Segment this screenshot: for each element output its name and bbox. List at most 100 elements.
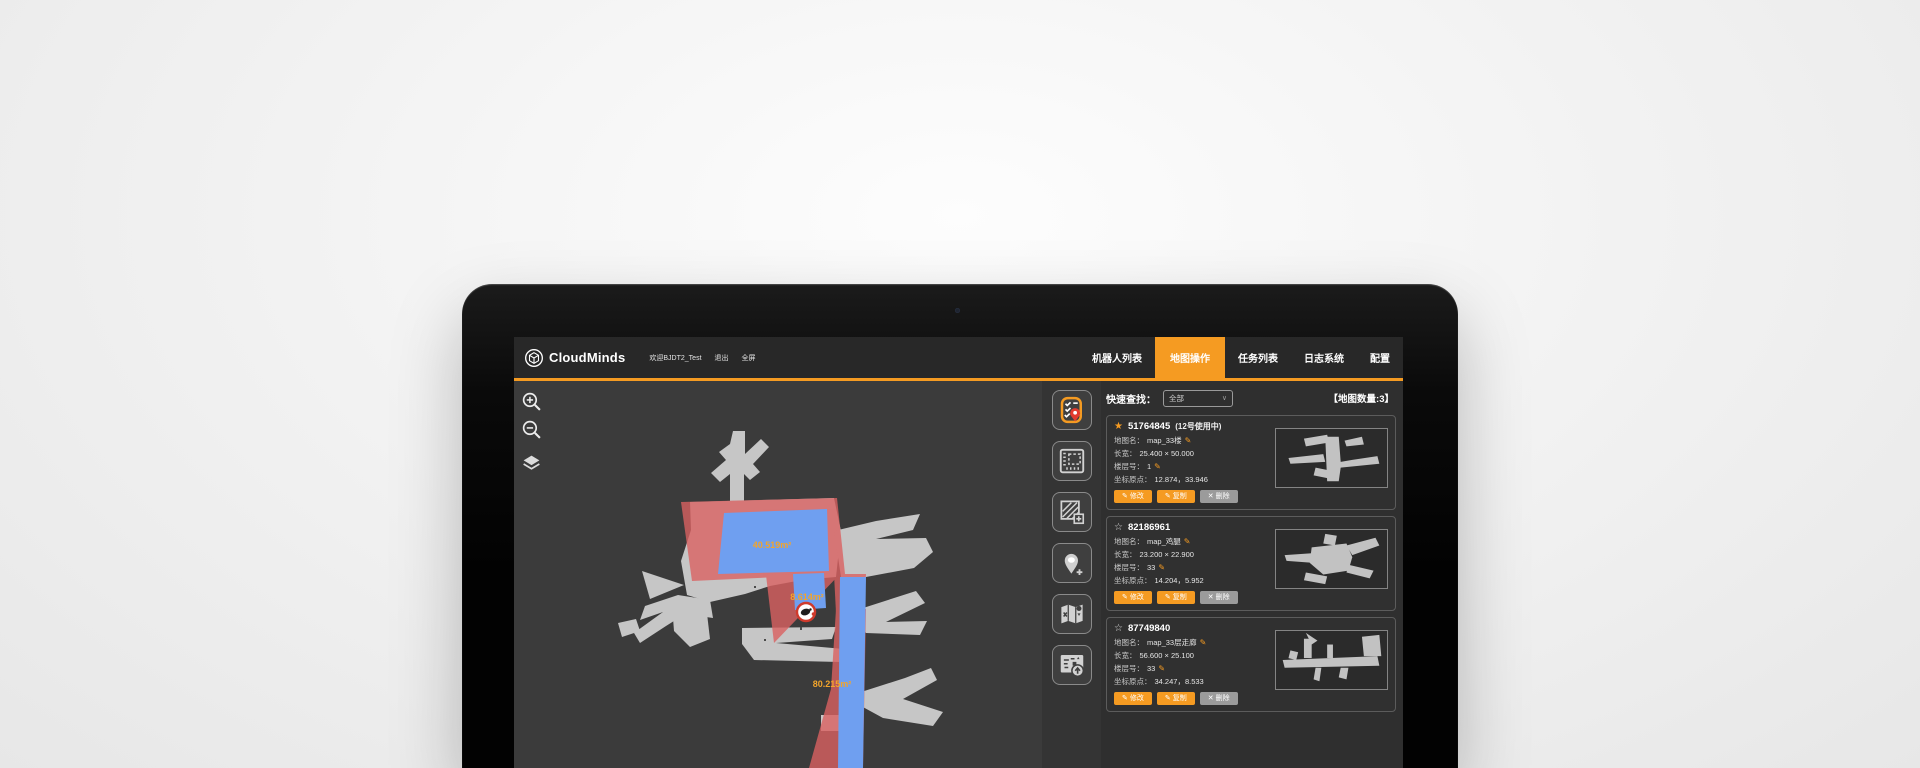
page-background: CloudMinds 欢迎BJDT2_Test 退出 全屏 机器人列表 地图操作… bbox=[0, 0, 1920, 768]
delete-button[interactable]: ✕删除 bbox=[1200, 591, 1238, 604]
frame-measure-button[interactable] bbox=[1052, 441, 1092, 481]
field-label: 坐标原点： bbox=[1114, 677, 1152, 686]
copy-icon: ✎ bbox=[1165, 594, 1171, 601]
laptop-camera-icon bbox=[955, 308, 960, 313]
map-card: ☆ 82186961 地图名：map_鸡腿✎ 长宽：23.200 × 22.90… bbox=[1106, 516, 1396, 611]
delete-icon: ✕ bbox=[1208, 594, 1214, 601]
field-label: 楼层号： bbox=[1114, 664, 1144, 673]
edit-icon: ✎ bbox=[1122, 594, 1128, 601]
map-count-badge: 【地图数量:3】 bbox=[1329, 391, 1394, 405]
field-label: 楼层号： bbox=[1114, 563, 1144, 572]
chevron-down-icon: ∨ bbox=[1222, 394, 1227, 402]
field-value: 14.204，5.952 bbox=[1155, 576, 1204, 585]
map-toolbar bbox=[1042, 381, 1101, 768]
poi-list-icon bbox=[1057, 395, 1087, 425]
filter-row: 快速查找： 全部 ∨ 【地图数量:3】 bbox=[1106, 388, 1396, 408]
field-value: 25.400 × 50.000 bbox=[1140, 449, 1194, 458]
field-label: 地图名： bbox=[1114, 537, 1144, 546]
add-region-button[interactable] bbox=[1052, 492, 1092, 532]
copy-icon: ✎ bbox=[1165, 493, 1171, 500]
favorite-star-icon[interactable]: ★ bbox=[1114, 422, 1123, 432]
edit-icon: ✎ bbox=[1122, 493, 1128, 500]
modify-button[interactable]: ✎修改 bbox=[1114, 490, 1152, 503]
modify-button[interactable]: ✎修改 bbox=[1114, 591, 1152, 604]
main-content: 40.519m² 8.614m² 80.215m² bbox=[514, 381, 1403, 768]
field-value: map_33楼 bbox=[1147, 436, 1182, 445]
field-value: 23.200 × 22.900 bbox=[1140, 550, 1194, 559]
field-label: 地图名： bbox=[1114, 638, 1144, 647]
favorite-star-icon[interactable]: ☆ bbox=[1114, 624, 1123, 634]
edit-icon[interactable]: ✎ bbox=[1200, 638, 1207, 647]
zoom-in-icon bbox=[521, 391, 542, 412]
copy-icon: ✎ bbox=[1165, 695, 1171, 702]
field-value: map_鸡腿 bbox=[1147, 537, 1181, 546]
field-label: 长宽： bbox=[1114, 550, 1137, 559]
map-thumbnail-image bbox=[1276, 429, 1387, 487]
edit-icon: ✎ bbox=[1122, 695, 1128, 702]
add-region-icon bbox=[1057, 497, 1087, 527]
copy-button[interactable]: ✎复制 bbox=[1157, 692, 1195, 705]
zone-label: 40.519m² bbox=[753, 540, 792, 550]
map-card: ★ 51764845 (12号使用中) 地图名：map_33楼✎ 长宽：25.4… bbox=[1106, 415, 1396, 510]
tab-config[interactable]: 配置 bbox=[1357, 337, 1403, 378]
app-header: CloudMinds 欢迎BJDT2_Test 退出 全屏 机器人列表 地图操作… bbox=[514, 337, 1403, 381]
layers-button[interactable] bbox=[521, 453, 542, 474]
app-screen: CloudMinds 欢迎BJDT2_Test 退出 全屏 机器人列表 地图操作… bbox=[514, 337, 1403, 768]
map-list-panel: 快速查找： 全部 ∨ 【地图数量:3】 ★ 51764845 (12号使用中) bbox=[1101, 381, 1403, 768]
zone-label: 80.215m² bbox=[813, 679, 852, 689]
map-thumbnail[interactable] bbox=[1275, 428, 1388, 488]
zoom-in-button[interactable] bbox=[521, 391, 542, 412]
fullscreen-link[interactable]: 全屏 bbox=[742, 353, 756, 363]
cloudminds-cube-icon bbox=[524, 348, 544, 368]
map-thumbnail-image bbox=[1276, 631, 1387, 689]
zoom-out-button[interactable] bbox=[521, 419, 542, 440]
robot-position-marker[interactable] bbox=[797, 603, 815, 621]
zone-label: 8.614m² bbox=[790, 592, 824, 602]
tab-robot-list[interactable]: 机器人列表 bbox=[1079, 337, 1155, 378]
edit-icon[interactable]: ✎ bbox=[1158, 664, 1165, 673]
brand-name: CloudMinds bbox=[549, 350, 625, 365]
edit-icon[interactable]: ✎ bbox=[1185, 436, 1192, 445]
map-thumbnail[interactable] bbox=[1275, 630, 1388, 690]
add-poi-icon bbox=[1057, 548, 1087, 578]
field-value: 56.600 × 25.100 bbox=[1140, 651, 1194, 660]
field-label: 坐标原点： bbox=[1114, 576, 1152, 585]
map-canvas[interactable]: 40.519m² 8.614m² 80.215m² bbox=[514, 381, 1042, 768]
field-value: 1 bbox=[1147, 462, 1151, 471]
user-area: 欢迎BJDT2_Test 退出 全屏 bbox=[649, 353, 755, 363]
map-card: ☆ 87749840 地图名：map_33层走廊✎ 长宽：56.600 × 25… bbox=[1106, 617, 1396, 712]
logout-link[interactable]: 退出 bbox=[715, 353, 729, 363]
delete-icon: ✕ bbox=[1208, 493, 1214, 500]
edit-icon[interactable]: ✎ bbox=[1184, 537, 1191, 546]
field-label: 长宽： bbox=[1114, 449, 1137, 458]
layers-icon bbox=[521, 453, 542, 474]
add-poi-button[interactable] bbox=[1052, 543, 1092, 583]
map-id: 87749840 bbox=[1128, 623, 1170, 634]
map-upload-button[interactable] bbox=[1052, 645, 1092, 685]
delete-button[interactable]: ✕删除 bbox=[1200, 692, 1238, 705]
edit-icon[interactable]: ✎ bbox=[1154, 462, 1161, 471]
frame-measure-icon bbox=[1057, 446, 1087, 476]
welcome-text: 欢迎BJDT2_Test bbox=[649, 353, 701, 363]
tab-task-list[interactable]: 任务列表 bbox=[1225, 337, 1291, 378]
delete-icon: ✕ bbox=[1208, 695, 1214, 702]
quick-find-label: 快速查找： bbox=[1106, 391, 1156, 406]
favorite-star-icon[interactable]: ☆ bbox=[1114, 523, 1123, 533]
field-value: 33 bbox=[1147, 563, 1155, 572]
map-thumbnail-image bbox=[1276, 530, 1387, 588]
map-in-use-tag: (12号使用中) bbox=[1175, 421, 1221, 432]
selected-filter-value: 全部 bbox=[1169, 393, 1184, 404]
main-nav: 机器人列表 地图操作 任务列表 日志系统 配置 bbox=[1079, 337, 1403, 378]
poi-list-button[interactable] bbox=[1052, 390, 1092, 430]
edit-icon[interactable]: ✎ bbox=[1158, 563, 1165, 572]
tab-log-system[interactable]: 日志系统 bbox=[1291, 337, 1357, 378]
tab-map-operation[interactable]: 地图操作 bbox=[1155, 337, 1225, 378]
copy-button[interactable]: ✎复制 bbox=[1157, 490, 1195, 503]
delete-button[interactable]: ✕删除 bbox=[1200, 490, 1238, 503]
modify-button[interactable]: ✎修改 bbox=[1114, 692, 1152, 705]
map-marker-button[interactable] bbox=[1052, 594, 1092, 634]
map-filter-select[interactable]: 全部 ∨ bbox=[1163, 390, 1233, 407]
map-thumbnail[interactable] bbox=[1275, 529, 1388, 589]
copy-button[interactable]: ✎复制 bbox=[1157, 591, 1195, 604]
map-id: 51764845 bbox=[1128, 421, 1170, 432]
